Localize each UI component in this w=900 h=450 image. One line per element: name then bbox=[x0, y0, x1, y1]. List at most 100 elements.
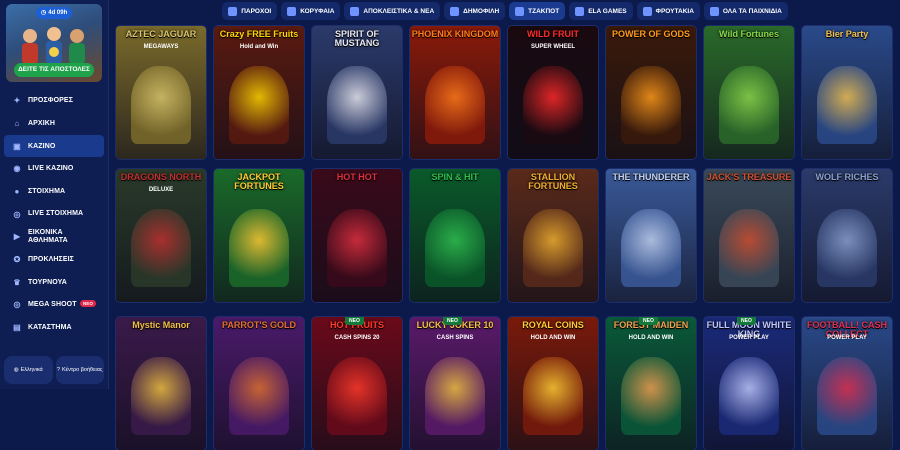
game-artwork bbox=[621, 66, 681, 144]
game-title: HOT HOT bbox=[336, 172, 378, 182]
game-tile[interactable]: PHOENIX KINGDOM bbox=[410, 26, 500, 159]
nav-item-7[interactable]: ✪ ΠΡΟΚΛΗΣΕΙΣ bbox=[4, 249, 104, 271]
game-subtitle: MEGAWAYS bbox=[143, 44, 179, 50]
category-icon bbox=[709, 6, 719, 16]
game-tile[interactable]: STALLION FORTUNES bbox=[508, 169, 598, 302]
main-nav: ✦ ΠΡΟΣΦΟΡΕΣ ⌂ ΑΡΧΙΚΗ ▣ ΚΑΖΙΝΟ ◉ LIVE ΚΑΖΙΝΟ ● ΣΤΟ… bbox=[4, 90, 104, 340]
live-bet-icon: ◎ bbox=[13, 209, 21, 219]
game-artwork bbox=[131, 209, 191, 287]
game-tile[interactable]: Bier Party bbox=[802, 26, 892, 159]
game-tile[interactable]: Wild Fortunes bbox=[704, 26, 794, 159]
nav-item-8[interactable]: ♛ ΤΟΥΡΝΟΥΑ bbox=[4, 272, 104, 294]
game-tile[interactable]: SPIRIT OF MUSTANG bbox=[312, 26, 402, 159]
game-tile[interactable]: WILD FRUIT SUPER WHEEL bbox=[508, 26, 598, 159]
nav-item-label: LIVE ΣΤΟΙΧΗΜΑ bbox=[28, 210, 84, 218]
category-icon bbox=[228, 6, 238, 16]
nav-item-10[interactable]: ▤ ΚΑΤΑΣΤΗΜΑ bbox=[4, 317, 104, 339]
game-tile[interactable]: PARROT'S GOLD bbox=[214, 317, 304, 450]
game-artwork bbox=[229, 66, 289, 144]
game-tile[interactable]: HOT HOT bbox=[312, 169, 402, 302]
game-subtitle: POWER PLAY bbox=[729, 335, 769, 341]
game-artwork bbox=[229, 209, 289, 287]
nav-item-6[interactable]: ▶ ΕΙΚΟΝΙΚΑ ΑΘΛΗΜΑΤΑ bbox=[4, 226, 104, 248]
nav-item-5[interactable]: ◎ LIVE ΣΤΟΙΧΗΜΑ bbox=[4, 203, 104, 225]
tab-1[interactable]: ΚΟΡΥΦΑΙΑ bbox=[281, 2, 341, 20]
game-tile[interactable]: FOOTBALL! CASH COLLECT POWER PLAY bbox=[802, 317, 892, 450]
game-tile[interactable]: POWER OF GODS bbox=[606, 26, 696, 159]
game-title: SPIRIT OF MUSTANG bbox=[334, 29, 380, 48]
tab-3[interactable]: ΔΗΜΟΦΙΛΗ bbox=[444, 2, 506, 20]
game-artwork bbox=[131, 357, 191, 435]
game-tile[interactable]: Crazy FREE Fruits Hold and Win bbox=[214, 26, 304, 159]
nav-item-1[interactable]: ⌂ ΑΡΧΙΚΗ bbox=[4, 113, 104, 135]
game-artwork bbox=[817, 209, 877, 287]
game-tile[interactable]: JACK'S TREASURE bbox=[704, 169, 794, 302]
sidebar-footer: ◍ Ελληνικά ? Κέντρο βοήθειας bbox=[4, 356, 104, 384]
nav-item-2[interactable]: ▣ ΚΑΖΙΝΟ bbox=[4, 135, 104, 157]
game-title: Mystic Manor bbox=[132, 320, 190, 330]
game-artwork bbox=[327, 357, 387, 435]
home-icon: ⌂ bbox=[14, 118, 20, 128]
challenges-icon: ✪ bbox=[13, 255, 21, 265]
category-icon bbox=[515, 6, 525, 16]
tab-label: ΤΖΑΚΠΟΤ bbox=[528, 7, 560, 15]
tab-4[interactable]: ΤΖΑΚΠΟΤ bbox=[509, 2, 566, 20]
missions-promo-banner[interactable]: ◷ 4d 09h ΔΕΙΤΕ ΤΙΣ ΑΠΟΣΤΟΛΕΣ bbox=[6, 4, 102, 82]
tab-5[interactable]: ELA GAMES bbox=[569, 2, 633, 20]
nav-item-label: ΑΡΧΙΚΗ bbox=[28, 119, 56, 127]
game-subtitle: CASH SPINS 20 bbox=[334, 335, 380, 341]
tab-6[interactable]: ΦΡΟΥΤΑΚΙΑ bbox=[636, 2, 700, 20]
nav-item-label: ΣΤΟΙΧΗΜΑ bbox=[28, 188, 66, 195]
game-tile[interactable]: ROYAL COINS HOLD AND WIN bbox=[508, 317, 598, 450]
game-tile[interactable]: Mystic Manor bbox=[116, 317, 206, 450]
help-center-button[interactable]: ? Κέντρο βοήθειας bbox=[55, 356, 104, 384]
game-title: PARROT'S GOLD bbox=[222, 320, 296, 330]
game-tile[interactable]: HOT FRUITS CASH SPINS 20 NEO bbox=[312, 317, 402, 450]
live-casino-icon: ◉ bbox=[13, 164, 21, 174]
game-tile[interactable]: FOREST MAIDEN HOLD AND WIN NEO bbox=[606, 317, 696, 450]
players-illustration bbox=[22, 27, 85, 64]
tab-label: ΟΛΑ ΤΑ ΠΑΙΧΝΙΔΙΑ bbox=[722, 7, 782, 15]
globe-icon: ◍ bbox=[13, 367, 19, 373]
game-title: ROYAL COINS bbox=[522, 320, 584, 330]
tab-0[interactable]: ΠΑΡΟΧΟΙ bbox=[222, 2, 278, 20]
tab-label: ELA GAMES bbox=[588, 7, 627, 15]
game-artwork bbox=[425, 209, 485, 287]
language-label: Ελληνικά bbox=[20, 367, 43, 373]
view-missions-button[interactable]: ΔΕΙΤΕ ΤΙΣ ΑΠΟΣΤΟΛΕΣ bbox=[14, 63, 94, 77]
game-tile[interactable]: FULL MOON WHITE KING POWER PLAY NEO bbox=[704, 317, 794, 450]
language-button[interactable]: ◍ Ελληνικά bbox=[4, 356, 53, 384]
category-icon bbox=[450, 6, 460, 16]
game-title: JACK'S TREASURE bbox=[706, 172, 792, 182]
help-label: Κέντρο βοήθειας bbox=[61, 367, 103, 373]
game-artwork bbox=[425, 357, 485, 435]
nav-item-label: MEGA SHOOT bbox=[28, 301, 77, 309]
game-title: Bier Party bbox=[825, 29, 869, 39]
game-tile[interactable]: WOLF RICHES bbox=[802, 169, 892, 302]
virtual-sports-icon: ▶ bbox=[13, 232, 21, 242]
new-game-badge: NEO bbox=[443, 317, 462, 325]
game-tile[interactable]: LUCKY JOKER 10 CASH SPINS NEO bbox=[410, 317, 500, 450]
game-artwork bbox=[719, 66, 779, 144]
tab-label: ΚΟΡΥΦΑΙΑ bbox=[300, 7, 335, 15]
tab-2[interactable]: ΑΠΟΚΛΕΙΣΤΙΚΑ & ΝΕΑ bbox=[344, 2, 441, 20]
game-artwork bbox=[327, 209, 387, 287]
nav-item-4[interactable]: ● ΣΤΟΙΧΗΜΑ bbox=[4, 181, 104, 203]
nav-item-label: ΠΡΟΚΛΗΣΕΙΣ bbox=[28, 256, 74, 264]
countdown-text: 4d 09h bbox=[48, 10, 68, 16]
nav-item-9[interactable]: ◎ MEGA SHOOT NEO bbox=[4, 294, 104, 316]
nav-item-0[interactable]: ✦ ΠΡΟΣΦΟΡΕΣ bbox=[4, 90, 104, 112]
shop-icon: ▤ bbox=[13, 323, 21, 333]
game-tile[interactable]: DRAGONS NORTH DELUXE bbox=[116, 169, 206, 302]
game-tile[interactable]: AZTEC JAGUAR MEGAWAYS bbox=[116, 26, 206, 159]
game-artwork bbox=[229, 357, 289, 435]
tab-7[interactable]: ΟΛΑ ΤΑ ΠΑΙΧΝΙΔΙΑ bbox=[703, 2, 788, 20]
nav-item-label: LIVE ΚΑΖΙΝΟ bbox=[28, 165, 74, 173]
game-tile[interactable]: JACKPOT FORTUNES bbox=[214, 169, 304, 302]
game-artwork bbox=[425, 66, 485, 144]
nav-item-3[interactable]: ◉ LIVE ΚΑΖΙΝΟ bbox=[4, 158, 104, 180]
new-game-badge: NEO bbox=[345, 317, 364, 325]
game-subtitle: SUPER WHEEL bbox=[530, 44, 575, 50]
game-tile[interactable]: SPIN & HIT bbox=[410, 169, 500, 302]
game-tile[interactable]: THE THUNDERER bbox=[606, 169, 696, 302]
